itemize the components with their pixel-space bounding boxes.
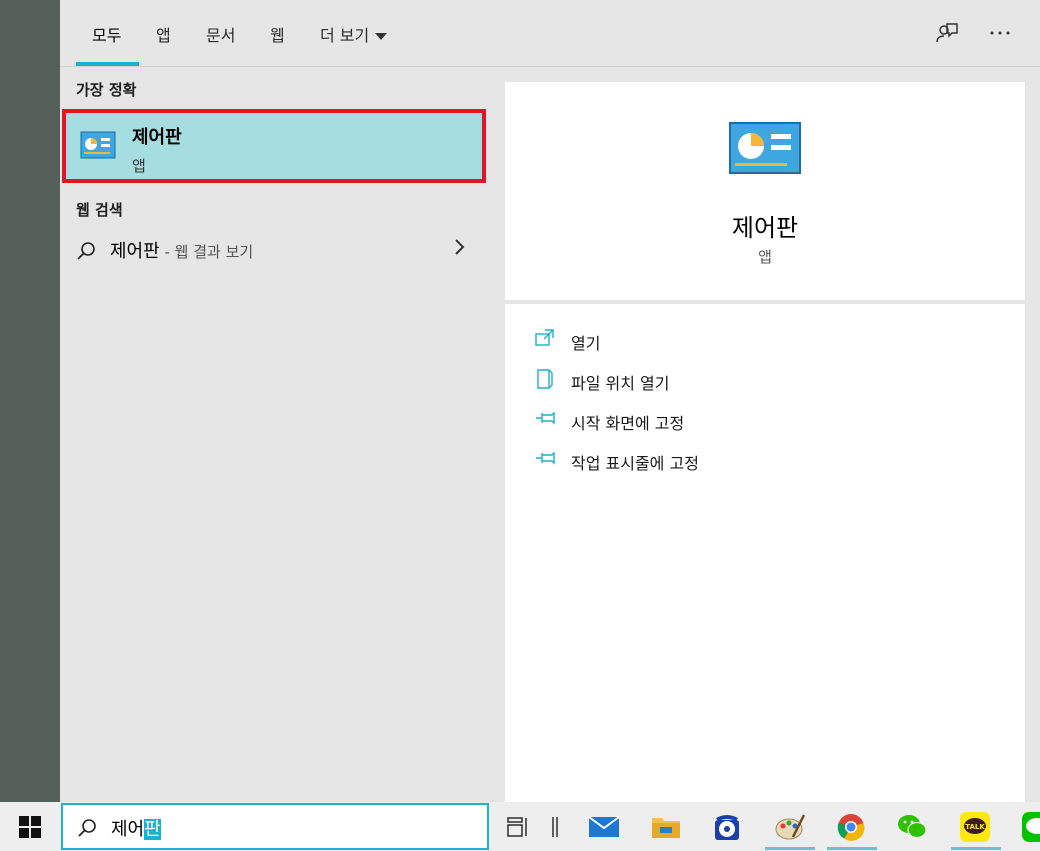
action-open-file-location-label: 파일 위치 열기 bbox=[571, 374, 670, 393]
action-pin-to-start-label: 시작 화면에 고정 bbox=[571, 414, 685, 433]
detail-subtitle: 앱 bbox=[758, 248, 772, 266]
tab-documents[interactable]: 문서 bbox=[206, 22, 235, 46]
action-pin-to-start[interactable]: 시작 화면에 고정 bbox=[535, 406, 995, 436]
paint-icon[interactable] bbox=[773, 810, 807, 844]
running-indicator bbox=[951, 847, 1001, 850]
feedback-icon[interactable] bbox=[934, 20, 960, 46]
more-options-icon[interactable] bbox=[987, 20, 1013, 46]
windows-logo-icon bbox=[19, 815, 41, 838]
chrome-icon[interactable] bbox=[834, 810, 868, 844]
best-match-heading: 가장 정확 bbox=[76, 81, 137, 99]
file-location-icon bbox=[535, 368, 555, 394]
action-pin-to-taskbar[interactable]: 작업 표시줄에 고정 bbox=[535, 446, 995, 476]
control-panel-icon bbox=[80, 131, 116, 163]
pin-icon bbox=[535, 448, 557, 472]
kakaotalk-icon[interactable]: TALK bbox=[958, 810, 992, 844]
best-match-result[interactable]: 제어판 앱 bbox=[62, 109, 486, 183]
action-pin-to-taskbar-label: 작업 표시줄에 고정 bbox=[571, 454, 699, 473]
web-search-query: 제어판 bbox=[110, 241, 160, 262]
results-list: 가장 정확 제어판 앱 웹 검색 제어판 - 웹 결과 보기 bbox=[60, 67, 490, 802]
taskbar: 제어판 TALK bbox=[0, 802, 1040, 851]
tab-web[interactable]: 웹 bbox=[270, 22, 285, 46]
web-search-suffix: - 웹 결과 보기 bbox=[159, 243, 254, 261]
action-open[interactable]: 열기 bbox=[535, 326, 995, 356]
search-icon bbox=[76, 241, 96, 265]
tab-all[interactable]: 모두 bbox=[92, 22, 121, 46]
chevron-right-icon[interactable] bbox=[452, 237, 466, 261]
wechat-icon[interactable] bbox=[895, 810, 929, 844]
taskbar-search-input[interactable]: 제어판 bbox=[61, 803, 489, 850]
action-open-file-location[interactable]: 파일 위치 열기 bbox=[535, 366, 995, 396]
desktop-background bbox=[0, 0, 60, 802]
mail-icon[interactable] bbox=[587, 810, 621, 844]
best-match-subtitle: 앱 bbox=[132, 157, 146, 175]
tab-more[interactable]: 더 보기 bbox=[320, 22, 388, 46]
action-open-label: 열기 bbox=[571, 334, 601, 353]
svg-text:TALK: TALK bbox=[965, 823, 985, 831]
search-panel: 모두 앱 문서 웹 더 보기 가장 정확 제어판 앱 웹 검색 제어판 - 웹 … bbox=[60, 0, 1040, 802]
web-search-heading: 웹 검색 bbox=[76, 201, 123, 219]
search-tabs-bar: 모두 앱 문서 웹 더 보기 bbox=[60, 0, 1040, 67]
taskbar-divider bbox=[540, 810, 570, 844]
web-search-result[interactable]: 제어판 - 웹 결과 보기 bbox=[60, 231, 490, 269]
search-icon bbox=[77, 818, 97, 842]
tab-more-label: 더 보기 bbox=[320, 26, 370, 45]
dial-phone-icon[interactable] bbox=[710, 810, 744, 844]
running-indicator bbox=[827, 847, 877, 850]
file-explorer-icon[interactable] bbox=[649, 810, 683, 844]
tab-apps[interactable]: 앱 bbox=[156, 22, 171, 46]
start-button[interactable] bbox=[0, 802, 60, 851]
pin-icon bbox=[535, 408, 557, 432]
task-view-icon[interactable] bbox=[502, 810, 536, 844]
detail-card: 제어판 앱 bbox=[505, 82, 1025, 300]
active-tab-indicator bbox=[76, 62, 139, 66]
search-typed-text: 제어 bbox=[111, 819, 145, 840]
best-match-title: 제어판 bbox=[132, 127, 182, 148]
running-indicator bbox=[765, 847, 815, 850]
open-icon bbox=[535, 328, 555, 352]
caret-down-icon bbox=[375, 33, 388, 40]
detail-title: 제어판 bbox=[731, 214, 799, 242]
control-panel-large-icon bbox=[729, 122, 801, 178]
line-icon[interactable] bbox=[1020, 810, 1040, 844]
detail-actions: 열기 파일 위치 열기 시작 화면에 고정 작업 표시줄에 고정 bbox=[505, 304, 1025, 802]
search-composing-text: 판 bbox=[144, 819, 161, 840]
